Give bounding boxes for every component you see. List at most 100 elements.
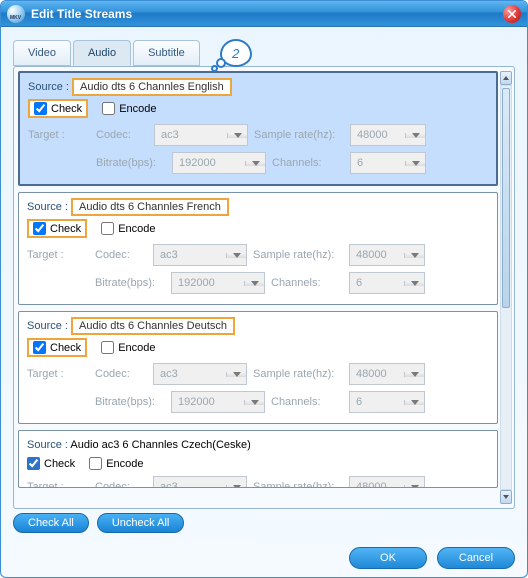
encode-label: Encode: [118, 223, 155, 235]
codec-combo[interactable]: ac3: [153, 244, 247, 266]
codec-label: Codec:: [95, 249, 147, 261]
encode-label: Encode: [106, 458, 143, 470]
codec-combo-dropdown-button[interactable]: [226, 253, 246, 258]
chevron-down-icon: [234, 133, 242, 138]
step-callout: 2: [220, 39, 252, 67]
channels-combo[interactable]: 6: [349, 272, 425, 294]
scroll-track[interactable]: [500, 85, 512, 490]
target-row-2: Bitrate(bps): 192000 Channels: 6: [28, 152, 488, 174]
bitrate-combo-dropdown-button[interactable]: [244, 400, 264, 405]
dialog-window: Edit Title Streams Video Audio Subtitle …: [0, 0, 528, 578]
uncheck-all-button[interactable]: Uncheck All: [97, 513, 184, 533]
source-line: Source : Audio dts 6 Channles French: [27, 201, 489, 213]
codec-combo-value: ac3: [154, 249, 226, 261]
codec-combo-dropdown-button[interactable]: [227, 133, 247, 138]
bitrate-label: Bitrate(bps):: [95, 396, 165, 408]
channels-label: Channels:: [271, 277, 343, 289]
chevron-down-icon: [411, 253, 419, 258]
check-group: Check: [28, 99, 88, 118]
channels-label: Channels:: [271, 396, 343, 408]
channels-combo-value: 6: [350, 277, 404, 289]
codec-combo[interactable]: ac3: [154, 124, 248, 146]
bitrate-combo[interactable]: 192000: [171, 391, 265, 413]
app-logo-icon: [7, 5, 25, 23]
chevron-down-icon: [233, 253, 241, 258]
channels-combo-dropdown-button[interactable]: [404, 400, 424, 405]
check-label: Check: [50, 342, 81, 354]
target-row-1: Target : Codec: ac3 Sample rate(hz): 480…: [27, 476, 489, 488]
sample-rate-combo[interactable]: 48000: [350, 124, 426, 146]
stream-block: Source : Audio dts 6 Channles Deutsch Ch…: [18, 311, 498, 424]
source-value: Audio dts 6 Channles English: [72, 78, 232, 96]
bitrate-combo-dropdown-button[interactable]: [245, 161, 265, 166]
ok-button[interactable]: OK: [349, 547, 427, 569]
streams-panel: Source : Audio dts 6 Channles English Ch…: [13, 66, 515, 509]
checkbox-row: Check Encode: [27, 457, 489, 470]
check-all-button[interactable]: Check All: [13, 513, 89, 533]
check-checkbox[interactable]: [27, 457, 40, 470]
vertical-scrollbar[interactable]: [500, 71, 512, 504]
source-line: Source : Audio dts 6 Channles Deutsch: [27, 320, 489, 332]
sample-rate-combo[interactable]: 48000: [349, 244, 425, 266]
scroll-down-button[interactable]: [500, 490, 512, 504]
chevron-down-icon: [411, 485, 419, 489]
target-row-1: Target : Codec: ac3 Sample rate(hz): 480…: [27, 363, 489, 385]
bitrate-label: Bitrate(bps):: [96, 157, 166, 169]
codec-combo-value: ac3: [154, 481, 226, 488]
sample-rate-combo-dropdown-button[interactable]: [404, 253, 424, 258]
sample-rate-combo-dropdown-button[interactable]: [405, 133, 425, 138]
encode-checkbox[interactable]: [102, 102, 115, 115]
codec-combo-dropdown-button[interactable]: [226, 372, 246, 377]
tab-video[interactable]: Video: [13, 40, 71, 66]
tab-subtitle[interactable]: Subtitle: [133, 40, 200, 66]
chevron-down-icon: [251, 400, 259, 405]
tab-bar: Video Audio Subtitle 2: [13, 39, 515, 67]
chevron-down-icon: [233, 372, 241, 377]
channels-combo-dropdown-button[interactable]: [405, 161, 425, 166]
sample-rate-combo-dropdown-button[interactable]: [404, 372, 424, 377]
codec-combo-value: ac3: [155, 129, 227, 141]
dialog-button-bar: OK Cancel: [13, 547, 515, 569]
check-checkbox[interactable]: [33, 341, 46, 354]
channels-combo-dropdown-button[interactable]: [404, 281, 424, 286]
bitrate-combo[interactable]: 192000: [171, 272, 265, 294]
sample-rate-combo-value: 48000: [350, 249, 404, 261]
check-checkbox[interactable]: [34, 102, 47, 115]
encode-group: Encode: [101, 222, 155, 235]
channels-combo[interactable]: 6: [349, 391, 425, 413]
channels-combo-value: 6: [350, 396, 404, 408]
bitrate-combo-dropdown-button[interactable]: [244, 281, 264, 286]
cancel-button[interactable]: Cancel: [437, 547, 515, 569]
channels-combo-value: 6: [351, 157, 405, 169]
sample-rate-combo-dropdown-button[interactable]: [404, 485, 424, 489]
channels-label: Channels:: [272, 157, 344, 169]
channels-combo[interactable]: 6: [350, 152, 426, 174]
encode-group: Encode: [102, 102, 156, 115]
sample-rate-combo-value: 48000: [350, 368, 404, 380]
scroll-up-button[interactable]: [500, 71, 512, 85]
encode-label: Encode: [119, 103, 156, 115]
window-title: Edit Title Streams: [31, 7, 503, 21]
tab-audio[interactable]: Audio: [73, 40, 131, 66]
check-group: Check: [27, 219, 87, 238]
check-checkbox[interactable]: [33, 222, 46, 235]
source-label: Source :: [27, 439, 68, 451]
target-label: Target :: [28, 129, 90, 141]
bitrate-combo[interactable]: 192000: [172, 152, 266, 174]
encode-checkbox[interactable]: [101, 222, 114, 235]
encode-checkbox[interactable]: [89, 457, 102, 470]
codec-combo[interactable]: ac3: [153, 363, 247, 385]
codec-combo-dropdown-button[interactable]: [226, 485, 246, 489]
close-button[interactable]: [503, 5, 521, 23]
codec-combo[interactable]: ac3: [153, 476, 247, 488]
codec-combo-value: ac3: [154, 368, 226, 380]
sample-rate-combo[interactable]: 48000: [349, 476, 425, 488]
close-icon: [508, 10, 516, 18]
target-label: Target :: [27, 249, 89, 261]
scroll-thumb[interactable]: [502, 88, 510, 308]
stream-block: Source : Audio dts 6 Channles French Che…: [18, 192, 498, 305]
source-value: Audio dts 6 Channles Deutsch: [71, 317, 235, 335]
encode-checkbox[interactable]: [101, 341, 114, 354]
source-label: Source :: [28, 81, 69, 93]
sample-rate-combo[interactable]: 48000: [349, 363, 425, 385]
